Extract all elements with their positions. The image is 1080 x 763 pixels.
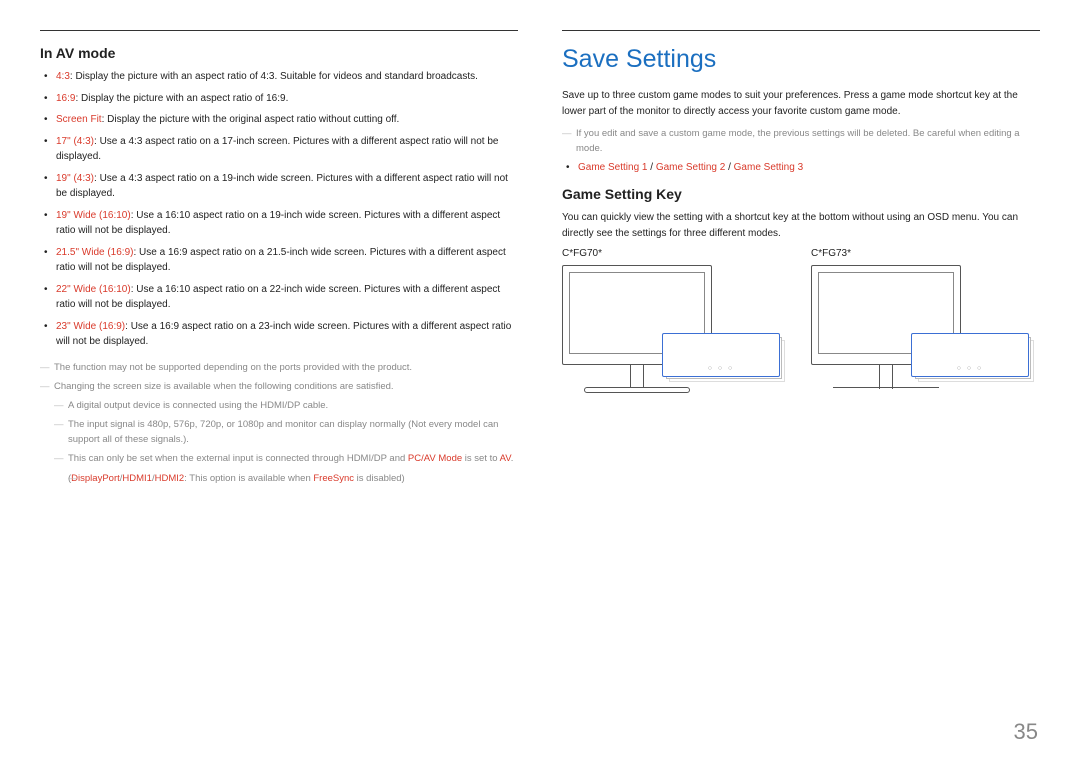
- popup-overlay: ○ ○ ○: [662, 333, 780, 377]
- right-column: Save Settings Save up to three custom ga…: [562, 30, 1040, 490]
- stand-neck: [630, 365, 644, 389]
- popup-overlay: ○ ○ ○: [911, 333, 1029, 377]
- list-item: 19" Wide (16:10): Use a 16:10 aspect rat…: [56, 208, 518, 239]
- footnote: A digital output device is connected usi…: [54, 398, 518, 413]
- left-column: In AV mode 4:3: Display the picture with…: [40, 30, 518, 490]
- heading-save-settings: Save Settings: [562, 45, 1040, 74]
- footnote: This can only be set when the external i…: [54, 451, 518, 466]
- stand-neck: [879, 365, 893, 389]
- stand-base: [584, 387, 690, 393]
- stand-base: [833, 387, 939, 388]
- game-setting-list: Game Setting 1 / Game Setting 2 / Game S…: [562, 160, 1040, 176]
- monitor-diagram: ○ ○ ○: [811, 265, 1021, 425]
- list-item: 16:9: Display the picture with an aspect…: [56, 91, 518, 107]
- footnote: Changing the screen size is available wh…: [40, 379, 518, 394]
- footnote: The function may not be supported depend…: [40, 360, 518, 375]
- footnote: If you edit and save a custom game mode,…: [562, 126, 1040, 156]
- monitor-diagram: ○ ○ ○: [562, 265, 772, 425]
- body-text: You can quickly view the setting with a …: [562, 210, 1040, 242]
- list-item: 4:3: Display the picture with an aspect …: [56, 69, 518, 85]
- page-number: 35: [1014, 719, 1038, 745]
- footnote: (DisplayPort/HDMI1/HDMI2: This option is…: [68, 471, 518, 486]
- model-label: C*FG73*: [811, 248, 1040, 259]
- av-mode-list: 4:3: Display the picture with an aspect …: [40, 69, 518, 350]
- divider-right: [562, 30, 1040, 31]
- list-item: 22" Wide (16:10): Use a 16:10 aspect rat…: [56, 282, 518, 313]
- list-item: 21.5" Wide (16:9): Use a 16:9 aspect rat…: [56, 245, 518, 276]
- dots-icon: ○ ○ ○: [663, 365, 779, 372]
- list-item: Screen Fit: Display the picture with the…: [56, 112, 518, 128]
- list-item: Game Setting 1 / Game Setting 2 / Game S…: [578, 160, 1040, 176]
- body-text: Save up to three custom game modes to su…: [562, 88, 1040, 120]
- dots-icon: ○ ○ ○: [912, 365, 1028, 372]
- footnote: The input signal is 480p, 576p, 720p, or…: [54, 417, 518, 447]
- diagram-row: C*FG70* ○ ○ ○ C*FG73*: [562, 248, 1040, 425]
- diagram-column: C*FG70* ○ ○ ○: [562, 248, 791, 425]
- heading-in-av-mode: In AV mode: [40, 45, 518, 61]
- divider-left: [40, 30, 518, 31]
- list-item: 17" (4:3): Use a 4:3 aspect ratio on a 1…: [56, 134, 518, 165]
- diagram-column: C*FG73* ○ ○ ○: [811, 248, 1040, 425]
- list-item: 19" (4:3): Use a 4:3 aspect ratio on a 1…: [56, 171, 518, 202]
- list-item: 23" Wide (16:9): Use a 16:9 aspect ratio…: [56, 319, 518, 350]
- model-label: C*FG70*: [562, 248, 791, 259]
- heading-game-setting-key: Game Setting Key: [562, 186, 1040, 202]
